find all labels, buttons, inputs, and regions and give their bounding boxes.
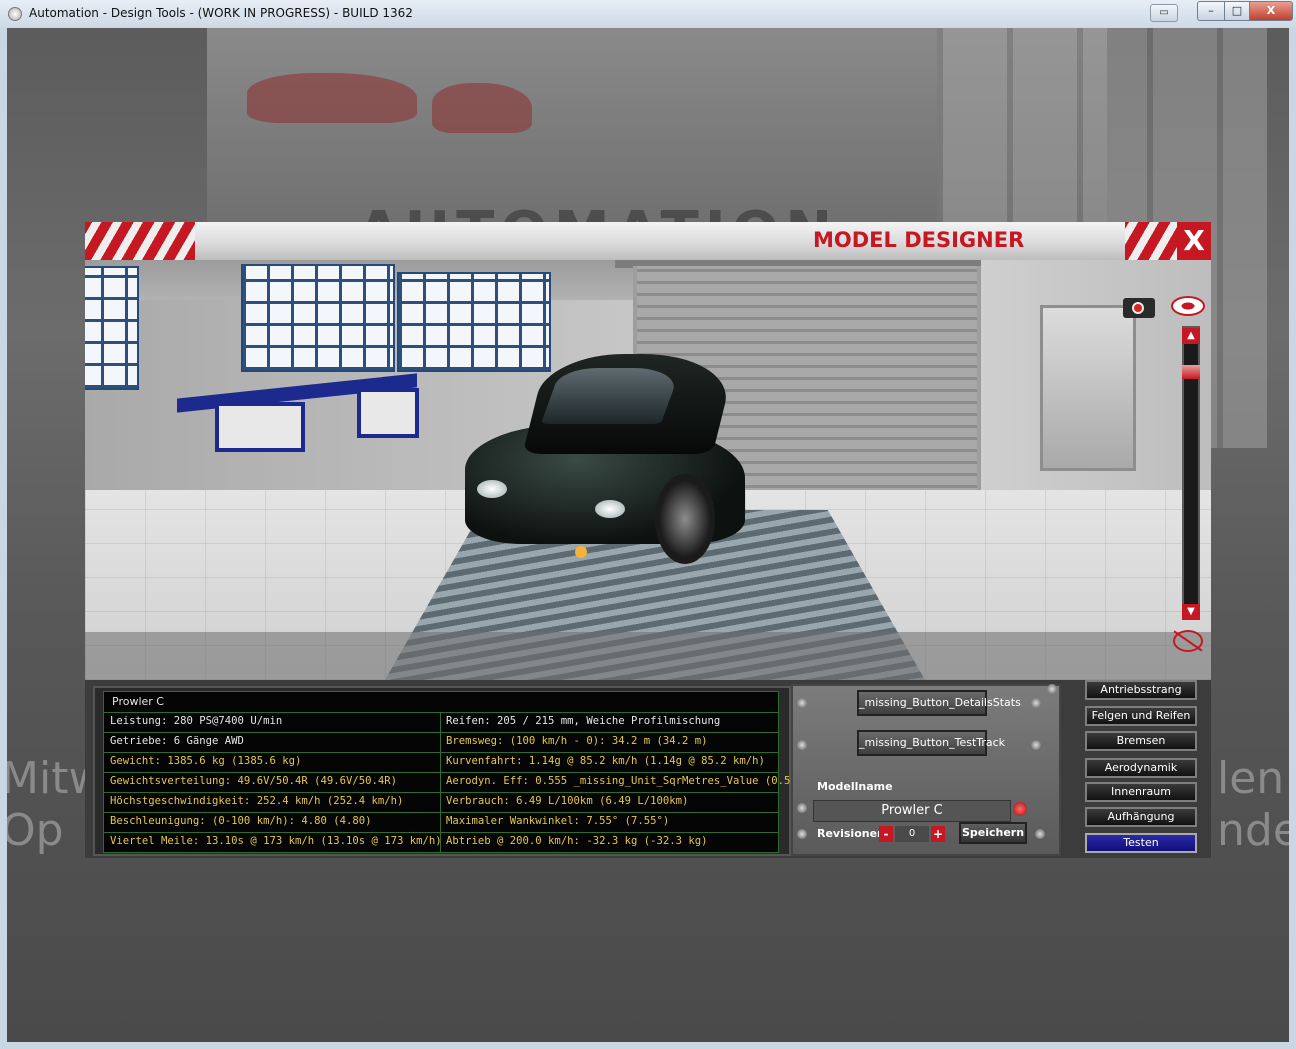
stats-row: Gewichtsverteilung: 49.6V/50.4R (49.6V/5… (104, 772, 1001, 792)
tab-antriebsstrang[interactable]: Antriebsstrang (1085, 680, 1197, 700)
game-viewport: AUTOMATION Mitw Op len nde MODEL DESIGNE… (7, 28, 1289, 1042)
stats-row: Leistung: 280 PS@7400 U/min Reifen: 205 … (104, 712, 778, 732)
stats-row: Höchstgeschwindigkeit: 252.4 km/h (252.4… (104, 792, 778, 812)
car-wheel (655, 474, 715, 564)
background-text-right: len nde (1217, 753, 1289, 856)
window-frame-right (1289, 28, 1296, 1049)
revision-decrement-button[interactable]: - (879, 826, 893, 842)
revision-increment-button[interactable]: + (931, 826, 945, 842)
screw-icon (797, 698, 807, 708)
stats-cell-left: Leistung: 280 PS@7400 U/min (110, 715, 283, 727)
car-headlight (595, 500, 625, 518)
tab-innenraum[interactable]: Innenraum (1085, 782, 1197, 802)
window-titlebar: Automation - Design Tools - (WORK IN PRO… (0, 0, 1296, 29)
screw-icon (1031, 740, 1041, 750)
stats-cell-left: Höchstgeschwindigkeit: 252.4 km/h (252.4… (110, 795, 404, 807)
screw-icon (1031, 698, 1041, 708)
car-headlight (477, 480, 507, 498)
car-windshield (540, 368, 682, 424)
stats-cell-left: Viertel Meile: 13.10s @ 173 km/h (13.10s… (110, 835, 442, 847)
zoom-up-arrow[interactable]: ▲ (1182, 328, 1200, 344)
garage-window (241, 264, 395, 372)
close-window-button[interactable]: X (1249, 1, 1293, 21)
stats-row: Getriebe: 6 Gänge AWD Bremsweg: (100 km/… (104, 732, 778, 752)
workbench-cabinet (215, 402, 305, 452)
car-foglight (575, 546, 587, 558)
tab-aufhaengung[interactable]: Aufhängung (1085, 807, 1197, 827)
tab-felgen-und-reifen[interactable]: Felgen und Reifen (1085, 706, 1197, 726)
window-extra-button[interactable]: ▭ (1150, 4, 1178, 22)
window-title: Automation - Design Tools - (WORK IN PRO… (29, 6, 413, 20)
window-frame-left (0, 28, 7, 1049)
details-stats-button[interactable]: _missing_Button_DetailsStats (857, 690, 1021, 716)
model-name-reset-icon[interactable] (1013, 802, 1027, 816)
stats-cell-right: Reifen: 205 / 215 mm, Weiche Profilmisch… (446, 715, 721, 727)
header-stripes-left (85, 222, 195, 260)
screw-icon (1035, 829, 1045, 839)
stats-cell-left: Getriebe: 6 Gänge AWD (110, 735, 244, 747)
workbench (177, 373, 419, 452)
stats-cell-right: Bremsweg: (100 km/h - 0): 34.2 m (34.2 m… (446, 735, 708, 747)
stats-cell-right: Verbrauch: 6.49 L/100km (6.49 L/100km) (446, 795, 689, 807)
stats-cell-left: Gewicht: 1385.6 kg (1385.6 kg) (110, 755, 302, 767)
stats-cell-right: Abtrieb @ 200.0 km/h: -32.3 kg (-32.3 kg… (446, 835, 708, 847)
minimize-button[interactable]: – (1197, 1, 1225, 21)
screw-icon (797, 829, 807, 839)
background-car-poster (432, 83, 532, 133)
window-frame-bottom (0, 1042, 1296, 1049)
stats-cell-left: Beschleunigung: (0-100 km/h): 4.80 (4.80… (110, 815, 372, 827)
model-name-label: Modellname (817, 780, 893, 793)
stats-model-name: Prowler C (112, 695, 164, 708)
screw-icon (1047, 684, 1057, 694)
view-bottom-shade (85, 632, 1211, 680)
screw-icon (797, 740, 807, 750)
garage-side-door (1040, 305, 1136, 471)
stats-cell-left: Gewichtsverteilung: 49.6V/50.4R (49.6V/5… (110, 775, 398, 787)
test-track-button[interactable]: _missing_Button_TestTrack (857, 730, 1005, 756)
car-model[interactable] (455, 354, 765, 582)
eye-icon[interactable] (1171, 296, 1205, 316)
close-panel-button[interactable]: X (1177, 222, 1211, 260)
garage-window (85, 266, 139, 390)
camera-icon[interactable] (1123, 298, 1155, 318)
stats-row: Beschleunigung: (0-100 km/h): 4.80 (4.80… (104, 812, 778, 832)
stats-table: Prowler C Leistung: 280 PS@7400 U/min Re… (103, 691, 1001, 853)
maximize-button[interactable]: □ (1224, 1, 1250, 21)
revisions-label: Revisionen (817, 827, 885, 840)
zoom-slider-thumb[interactable] (1182, 365, 1200, 380)
stats-cell-right: Maximaler Wankwinkel: 7.55° (7.55°) (446, 815, 670, 827)
hide-view-icon[interactable] (1173, 630, 1203, 652)
save-button[interactable]: Speichern (959, 822, 1027, 844)
model-name-field[interactable]: Prowler C (813, 800, 1011, 822)
stats-row: Viertel Meile: 13.10s @ 173 km/h (13.10s… (104, 832, 778, 852)
car-3d-view[interactable]: ▲ ▼ (85, 260, 1211, 680)
tab-aerodynamik[interactable]: Aerodynamik (1085, 758, 1197, 778)
model-designer-header: MODEL DESIGNER X (85, 222, 1211, 260)
tab-bremsen[interactable]: Bremsen (1085, 731, 1197, 751)
app-icon (8, 7, 22, 21)
screw-icon (797, 803, 807, 813)
zoom-down-arrow[interactable]: ▼ (1182, 604, 1200, 620)
revision-value: 0 (895, 826, 929, 842)
background-car-poster (247, 73, 417, 123)
stats-cell-right: Kurvenfahrt: 1.14g @ 85.2 km/h (1.14g @ … (446, 755, 765, 767)
panel-title: MODEL DESIGNER (813, 228, 1025, 252)
workbench-cabinet (357, 388, 419, 438)
stats-row: Gewicht: 1385.6 kg (1385.6 kg) Kurvenfah… (104, 752, 778, 772)
tab-testen[interactable]: Testen (1085, 833, 1197, 853)
